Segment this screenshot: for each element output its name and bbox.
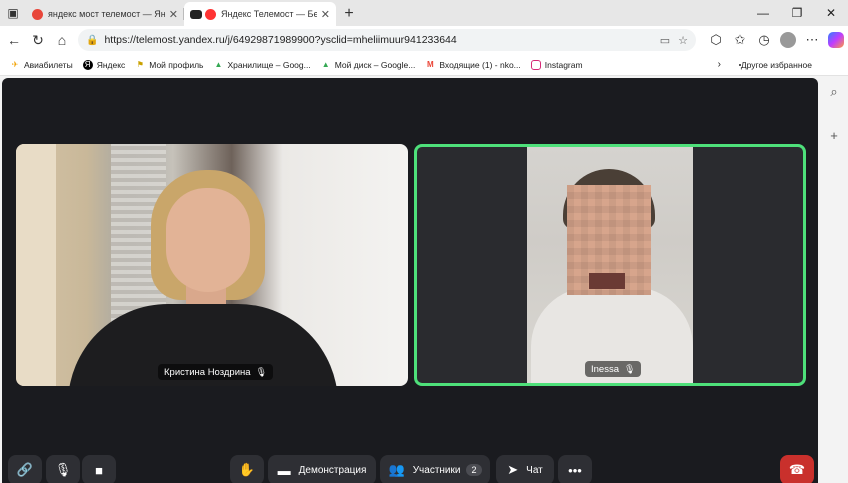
search-icon[interactable]: ⌕ [830, 84, 837, 100]
profile-avatar[interactable] [780, 32, 796, 48]
reload-icon[interactable]: ↻ [26, 28, 50, 52]
lock-icon[interactable]: 🔒 [86, 35, 98, 46]
gmail-icon: M [427, 60, 434, 69]
microphone-button[interactable]: 🎙 [46, 455, 80, 483]
bookmarks-bar: ✈ Авиабилеты Я Яндекс ⚑ Мой профиль ▲ Хр… [0, 54, 848, 76]
bookmark-label: Хранилище – Goog... [227, 59, 311, 70]
address-bar: ← ↻ ⌂ 🔒 https://telemost.yandex.ru/j/649… [0, 26, 848, 54]
pixelated-mouth [589, 273, 625, 289]
video-tile-participant-1[interactable]: Кристина Ноздрина 🎙 [16, 144, 408, 386]
new-tab-button[interactable]: + [336, 2, 362, 26]
meeting-controls: 🔗 🎙 ■ ✋ ▬ Демонстрация 👥 Участники 2 ➤ Ч… [2, 453, 818, 483]
participant-name-tag: Inessa 🎙 [585, 361, 642, 377]
screen-icon: ▬ [277, 462, 291, 478]
other-bookmarks[interactable]: › Другое избранное [718, 59, 812, 70]
tab-title: яндекс мост телемост — Яндекс [48, 9, 165, 19]
tab-yandex-search[interactable]: яндекс мост телемост — Яндекс ✕ [26, 2, 184, 26]
other-bookmarks-label: Другое избранное [740, 59, 812, 70]
hang-up-button[interactable]: ☎ [780, 455, 814, 483]
phone-hangup-icon: ☎ [788, 462, 806, 477]
extensions-icon[interactable]: ⬡ [704, 28, 728, 52]
more-icon[interactable]: ⋯ [800, 28, 824, 52]
drive-icon: ▲ [214, 60, 223, 69]
camera-icon: ■ [95, 462, 103, 478]
bookmark-item[interactable]: M Входящие (1) - nko... [425, 59, 521, 70]
raise-hand-button[interactable]: ✋ [230, 455, 264, 483]
participants-count: 2 [466, 464, 482, 476]
home-icon[interactable]: ⌂ [50, 28, 74, 52]
minimize-icon[interactable]: — [746, 0, 780, 26]
recording-icon [190, 9, 202, 19]
screen-share-label: Демонстрация [298, 464, 367, 476]
toolbar-right: ⬡ ✩ ◷ ⋯ [704, 28, 848, 52]
plane-icon: ✈ [11, 60, 19, 69]
bookmark-item[interactable]: Я Яндекс [82, 59, 126, 70]
cast-icon[interactable]: ▭ [660, 34, 670, 47]
drive-icon: ▲ [321, 60, 330, 69]
close-icon[interactable]: ✕ [321, 8, 330, 21]
bookmark-item[interactable]: ▲ Хранилище – Goog... [213, 59, 311, 70]
favorites-icon[interactable]: ✩ [728, 28, 752, 52]
participants-button[interactable]: 👥 Участники 2 [380, 455, 490, 483]
more-icon: ••• [568, 462, 582, 478]
yandex-icon: Я [82, 59, 93, 70]
tab-actions-icon[interactable]: ▣ [0, 0, 26, 26]
profile-icon: ⚑ [136, 60, 144, 69]
bookmark-item[interactable]: ✈ Авиабилеты [10, 60, 73, 70]
microphone-icon: 🎙 [54, 462, 72, 477]
camera-button[interactable]: ■ [82, 455, 116, 483]
bookmark-label: Яндекс [96, 59, 126, 70]
copy-link-button[interactable]: 🔗 [8, 455, 42, 483]
bookmark-label: Instagram [544, 59, 583, 70]
participant-video [166, 188, 250, 292]
copilot-icon[interactable] [828, 32, 844, 48]
tab-telemost[interactable]: Яндекс Телемост — Бесплат ✕ [184, 2, 336, 26]
participant-video [527, 147, 693, 383]
url-text: https://telemost.yandex.ru/j/64929871989… [104, 34, 457, 46]
microphone-icon: 🎙 [624, 363, 636, 374]
back-icon[interactable]: ← [2, 28, 26, 52]
bookmark-label: Авиабилеты [24, 59, 73, 70]
bookmark-label: Мой профиль [149, 59, 204, 70]
meeting-area: Кристина Ноздрина 🎙 Inessa 🎙 🔗 🎙 ■ ✋ ▬ Д… [2, 78, 818, 483]
participant-name-tag: Кристина Ноздрина 🎙 [158, 364, 273, 380]
history-icon[interactable]: ◷ [752, 28, 776, 52]
instagram-icon [530, 59, 541, 70]
chevron-right-icon[interactable]: › [718, 59, 721, 70]
window-controls: — ❐ ✕ [746, 0, 848, 26]
bookmark-item[interactable]: ▲ Мой диск – Google... [321, 60, 416, 70]
tab-title: Яндекс Телемост — Бесплат [221, 9, 317, 19]
chat-label: Чат [526, 464, 543, 476]
participants-label: Участники [412, 464, 461, 476]
screen-share-button[interactable]: ▬ Демонстрация [268, 455, 376, 483]
video-tile-participant-2[interactable]: Inessa 🎙 [414, 144, 806, 386]
microphone-icon: 🎙 [255, 366, 267, 377]
hand-icon: ✋ [238, 462, 256, 477]
bookmark-item[interactable]: ⚑ Мой профиль [135, 59, 204, 70]
background-window [16, 144, 56, 386]
favorite-star-icon[interactable]: ☆ [678, 34, 688, 47]
send-icon: ➤ [507, 462, 519, 477]
url-field[interactable]: 🔒 https://telemost.yandex.ru/j/649298719… [78, 29, 696, 51]
bookmark-item[interactable]: Instagram [530, 59, 583, 70]
more-options-button[interactable]: ••• [558, 455, 592, 483]
yandex-favicon-icon [32, 8, 43, 20]
people-icon: 👥 [388, 462, 405, 477]
telemost-favicon-icon [205, 8, 216, 20]
close-window-icon[interactable]: ✕ [814, 0, 848, 26]
close-icon[interactable]: ✕ [169, 8, 178, 21]
participant-name: Inessa [591, 363, 619, 375]
chat-button[interactable]: ➤ Чат [496, 455, 554, 483]
restore-icon[interactable]: ❐ [780, 0, 814, 26]
participant-name: Кристина Ноздрина [164, 366, 251, 378]
edge-sidebar: ⌕ + [820, 76, 848, 483]
bookmark-label: Входящие (1) - nko... [439, 59, 521, 70]
tab-strip: ▣ яндекс мост телемост — Яндекс ✕ Яндекс… [0, 0, 848, 26]
add-icon[interactable]: + [830, 128, 838, 143]
bookmark-label: Мой диск – Google... [334, 59, 416, 70]
link-icon: 🔗 [16, 462, 34, 477]
